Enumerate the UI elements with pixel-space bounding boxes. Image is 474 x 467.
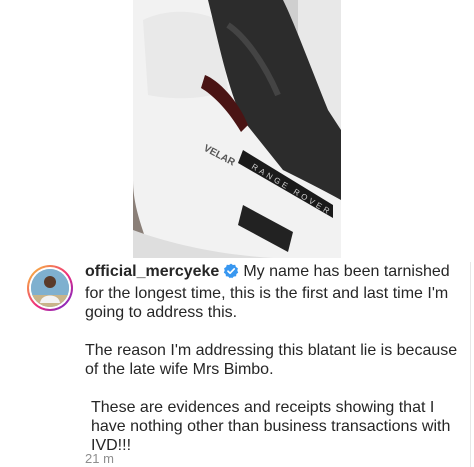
divider	[470, 262, 471, 467]
verified-badge-icon	[223, 263, 239, 284]
comment-text-3: These are evidences and receipts showing…	[91, 399, 451, 454]
car-photo: RANGE ROVER VELAR	[133, 0, 341, 258]
username-link[interactable]: official_mercyeke	[85, 263, 219, 280]
comment: official_mercyeke My name has been tarnis…	[27, 262, 467, 467]
post-photo[interactable]: RANGE ROVER VELAR	[133, 0, 341, 258]
comment-paragraph-2: The reason I'm addressing this blatant l…	[85, 341, 465, 379]
timestamp: 21 m	[85, 451, 114, 466]
comment-paragraph-3: These are evidences and receipts showing…	[85, 398, 465, 455]
avatar-photo	[31, 269, 69, 307]
comment-text-2: The reason I'm addressing this blatant l…	[85, 342, 458, 378]
comment-paragraph-1: official_mercyeke My name has been tarnis…	[85, 262, 465, 322]
avatar[interactable]	[27, 265, 73, 311]
